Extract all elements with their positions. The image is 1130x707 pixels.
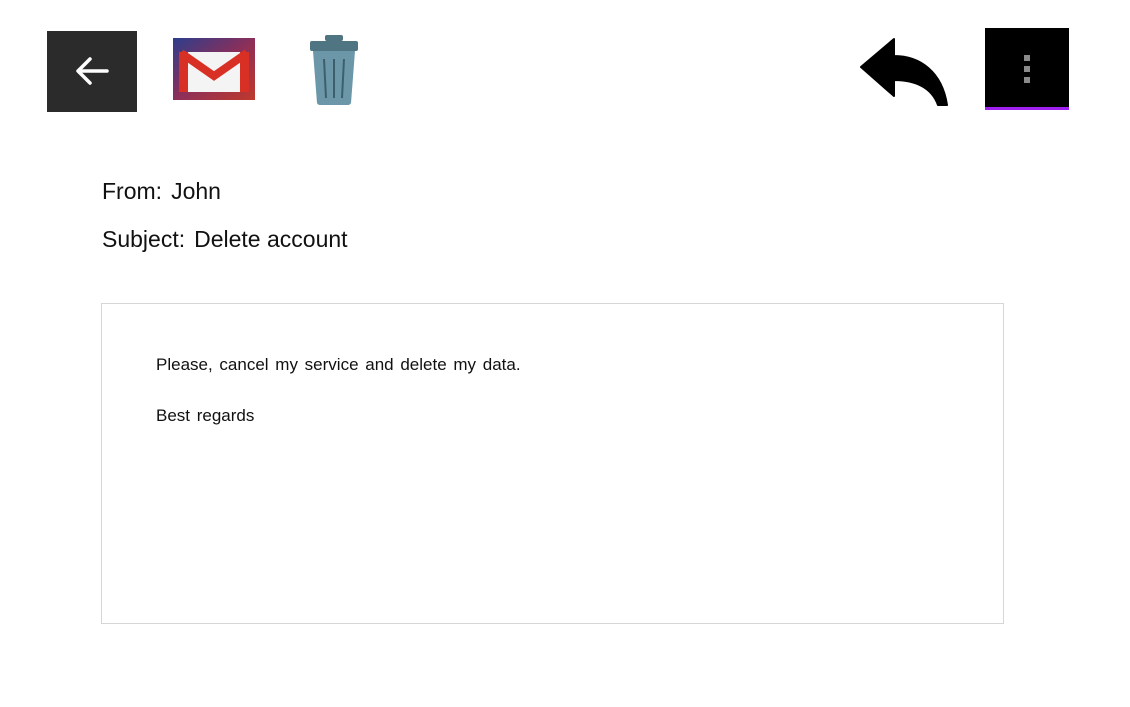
gmail-icon (173, 38, 255, 100)
back-button[interactable] (47, 31, 137, 112)
subject-label: Subject: (102, 226, 186, 252)
from-line: From: John (102, 176, 221, 206)
email-body-line: Please, cancel my service and delete my … (156, 355, 521, 374)
subject-value: Delete account (194, 226, 348, 252)
more-dot (1024, 77, 1030, 83)
reply-button[interactable] (858, 36, 950, 108)
trash-button[interactable] (306, 34, 362, 106)
email-signoff: Best regards (156, 406, 255, 425)
more-dot (1024, 55, 1030, 61)
subject-line: Subject: Delete account (102, 224, 348, 254)
more-dot (1024, 66, 1030, 72)
arrow-left-icon (76, 57, 109, 85)
from-label: From: (102, 178, 163, 204)
email-body: Please, cancel my service and delete my … (101, 303, 1004, 624)
trash-icon (310, 35, 358, 105)
gmail-button[interactable] (173, 38, 255, 100)
reply-icon (860, 38, 948, 106)
from-value: John (171, 178, 221, 204)
more-options-button[interactable] (985, 28, 1069, 110)
